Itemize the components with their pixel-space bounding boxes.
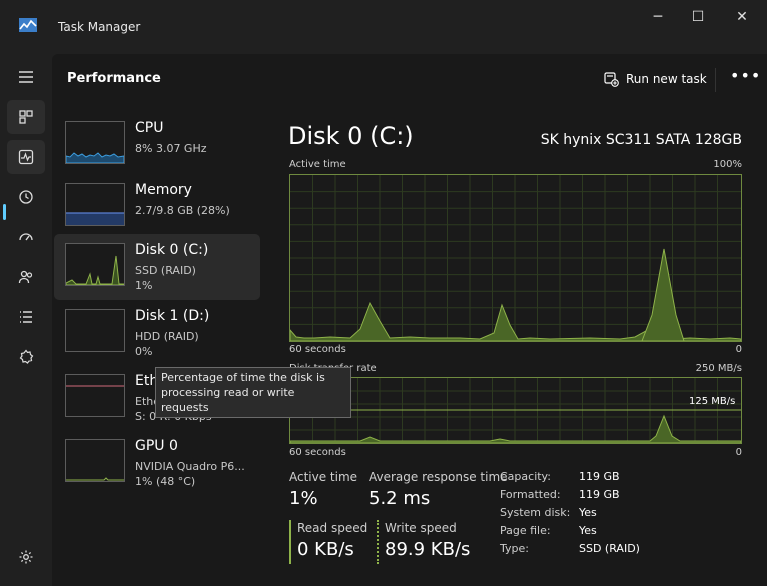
property-key: Type: [500, 542, 529, 555]
transfer-rate-mid: 125 MB/s [689, 396, 736, 407]
write-speed-value: 89.9 KB/s [385, 539, 471, 560]
device-item-disk-1[interactable]: Disk 1 (D:) HDD (RAID) 0% [54, 300, 260, 366]
device-name: GPU 0 [135, 438, 178, 454]
close-button[interactable]: ✕ [727, 6, 757, 28]
device-item-gpu-0[interactable]: GPU 0 NVIDIA Quadro P6... 1% (48 °C) [54, 430, 260, 496]
performance-icon [18, 149, 34, 165]
device-detail: HDD (RAID) 0% [135, 330, 199, 358]
property-value: Yes [579, 506, 597, 519]
run-task-icon [604, 71, 619, 87]
device-item-disk-0[interactable]: Disk 0 (C:) SSD (RAID) 1% [54, 234, 260, 300]
write-speed-indicator [377, 520, 379, 564]
main-panel: Performance Run new task ••• CPU 8% 3.07… [52, 54, 767, 586]
disk-title: Disk 0 (C:) [288, 122, 414, 150]
avg-response-label: Average response time [369, 470, 508, 484]
device-detail: 2.7/9.8 GB (28%) [135, 204, 230, 217]
hamburger-menu-button[interactable] [7, 60, 45, 94]
transfer-rate-graph [289, 377, 742, 444]
run-new-task-button[interactable]: Run new task [604, 68, 707, 90]
device-name: Memory [135, 182, 192, 198]
device-item-cpu[interactable]: CPU 8% 3.07 GHz [54, 112, 260, 178]
property-key: Page file: [500, 524, 551, 537]
device-detail: 8% 3.07 GHz [135, 142, 207, 155]
history-icon [19, 190, 33, 204]
device-item-memory[interactable]: Memory 2.7/9.8 GB (28%) [54, 174, 260, 240]
read-speed-value: 0 KB/s [297, 539, 354, 560]
disk-model: SK hynix SC311 SATA 128GB [540, 132, 742, 148]
selection-indicator [3, 204, 6, 220]
run-new-task-label: Run new task [626, 72, 707, 86]
more-options-button[interactable]: ••• [730, 66, 761, 85]
transfer-rate-max: 250 MB/s [695, 363, 742, 374]
disk1-thumbnail-graph [65, 309, 125, 352]
details-icon [20, 311, 32, 323]
startup-icon [19, 233, 33, 241]
nav-app-history[interactable] [7, 180, 45, 214]
active-time-stat-value: 1% [289, 488, 318, 509]
gear-icon [19, 550, 33, 564]
window-title: Task Manager [58, 20, 141, 34]
active-time-xlabel: 60 seconds [289, 344, 346, 355]
property-key: System disk: [500, 506, 571, 519]
minimize-button[interactable]: ─ [643, 6, 673, 28]
nav-startup-apps[interactable] [7, 220, 45, 254]
transfer-rate-xlabel: 60 seconds [289, 447, 346, 458]
property-value: SSD (RAID) [579, 542, 640, 555]
header-separator [715, 68, 716, 92]
nav-performance[interactable] [7, 140, 45, 174]
navigation-rail [0, 54, 52, 586]
property-value: 119 GB [579, 470, 620, 483]
transfer-rate-min: 0 [735, 447, 742, 458]
nav-settings[interactable] [7, 540, 45, 574]
device-name: Disk 1 (D:) [135, 308, 210, 324]
device-detail: SSD (RAID) 1% [135, 264, 196, 292]
read-speed-indicator [289, 520, 291, 564]
disk0-thumbnail-graph [65, 243, 125, 286]
nav-details[interactable] [7, 300, 45, 334]
hamburger-icon [19, 71, 33, 83]
active-time-max: 100% [713, 159, 742, 170]
tooltip: Percentage of time the disk is processin… [155, 367, 351, 418]
cpu-thumbnail-graph [65, 121, 125, 164]
task-manager-icon [19, 18, 37, 32]
active-time-label: Active time [289, 159, 346, 170]
page-title: Performance [67, 71, 161, 86]
active-time-min: 0 [735, 344, 742, 355]
read-speed-label: Read speed [297, 521, 368, 535]
nav-users[interactable] [7, 260, 45, 294]
write-speed-label: Write speed [385, 521, 457, 535]
active-time-graph [289, 174, 742, 342]
avg-response-value: 5.2 ms [369, 488, 431, 509]
users-icon [18, 270, 33, 284]
nav-processes[interactable] [7, 100, 45, 134]
active-time-stat-label: Active time [289, 470, 358, 484]
device-detail: NVIDIA Quadro P6... 1% (48 °C) [135, 460, 245, 488]
ethernet-thumbnail-graph [65, 374, 125, 417]
services-icon [19, 349, 34, 364]
maximize-button[interactable]: ☐ [683, 6, 713, 28]
property-value: 119 GB [579, 488, 620, 501]
processes-icon [19, 110, 33, 124]
device-name: Disk 0 (C:) [135, 242, 209, 258]
property-value: Yes [579, 524, 597, 537]
title-bar[interactable]: Task Manager ─ ☐ ✕ [0, 0, 767, 54]
nav-services[interactable] [7, 340, 45, 374]
property-key: Formatted: [500, 488, 561, 501]
gpu-thumbnail-graph [65, 439, 125, 482]
property-key: Capacity: [500, 470, 551, 483]
memory-thumbnail-graph [65, 183, 125, 226]
device-name: CPU [135, 120, 164, 136]
